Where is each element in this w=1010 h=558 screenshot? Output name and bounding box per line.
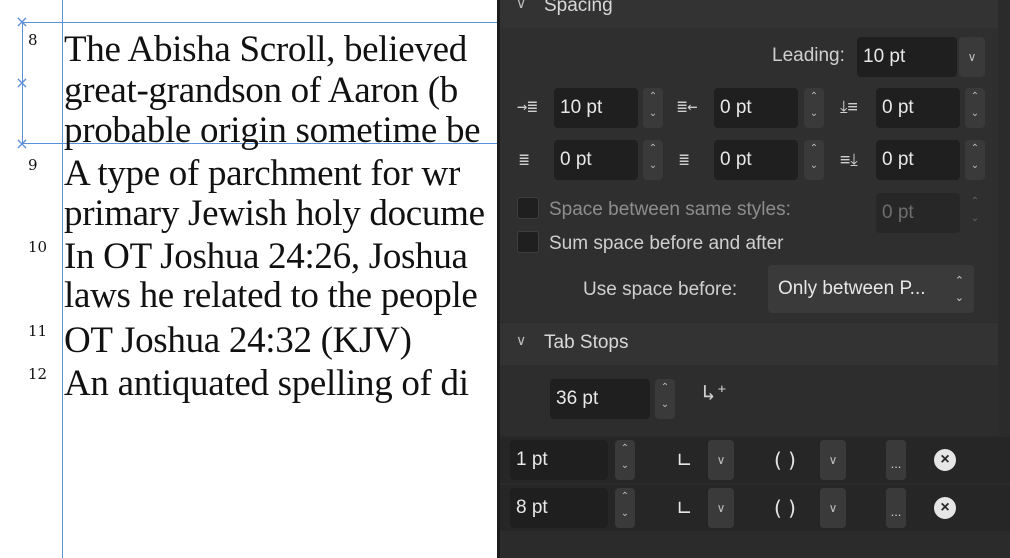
space-before-stepper[interactable]: ⌃ ⌄ xyxy=(965,88,985,128)
remove-tab-stop-icon[interactable]: × xyxy=(934,497,956,519)
last-line-indent-icon: ≣ xyxy=(679,150,690,170)
tab-stops-section-title: Tab Stops xyxy=(544,332,629,353)
same-styles-label: Space between same styles: xyxy=(549,199,791,220)
right-indent-stepper[interactable]: ⌃ ⌄ xyxy=(804,88,824,128)
default-tab-stepper[interactable]: ⌃ ⌄ xyxy=(655,379,675,419)
leading-label: Leading: xyxy=(772,45,845,66)
tab-stop-more-button[interactable]: ... xyxy=(886,440,906,480)
last-line-indent-input[interactable]: 0 pt xyxy=(714,140,798,180)
paragraph-panel: ∨ Spacing Leading: 10 pt ∨ →≣ 10 pt ⌃ ⌄ ≣… xyxy=(497,0,1010,558)
left-indent-stepper[interactable]: ⌃ ⌄ xyxy=(643,88,663,128)
selection-handle-middle[interactable]: × xyxy=(15,75,29,91)
tab-stop-more-button[interactable]: ... xyxy=(886,488,906,528)
same-styles-stepper[interactable]: ⌃ ⌄ xyxy=(965,193,985,233)
chevron-down-icon: ∨ xyxy=(516,0,527,12)
leading-dropdown-button[interactable]: ∨ xyxy=(959,37,985,77)
footnote-text-line: A type of parchment for wr xyxy=(64,153,460,194)
footnote-number: 11 xyxy=(28,322,48,340)
use-space-before-label: Use space before: xyxy=(583,279,738,300)
right-indent-icon: ≣← xyxy=(677,97,698,117)
tab-stop-position-stepper[interactable]: ⌃ ⌄ xyxy=(615,488,635,528)
tab-stops-section-header[interactable]: ∨ Tab Stops xyxy=(500,323,998,365)
tab-stop-row: 8 pt ⌃ ⌄ ∟ ∨ ( ) ∨ ... × xyxy=(500,485,1010,531)
footnote-text-line: The Abisha Scroll, believed xyxy=(64,29,467,70)
first-line-indent-input[interactable]: 0 pt xyxy=(554,140,638,180)
use-space-before-value: Only between P... xyxy=(778,278,926,299)
chevron-down-icon: ∨ xyxy=(516,333,527,349)
spacing-section-header[interactable]: ∨ Spacing xyxy=(500,0,998,28)
default-tab-input[interactable]: 36 pt xyxy=(550,379,650,419)
tab-align-dropdown-button[interactable]: ∨ xyxy=(708,488,734,528)
footnote-text-line: laws he related to the people xyxy=(64,275,478,316)
footnote-text-line: great-grandson of Aaron (b xyxy=(64,70,458,111)
tab-stop-position-input[interactable]: 8 pt xyxy=(510,488,608,528)
right-indent-input[interactable]: 0 pt xyxy=(714,88,798,128)
left-indent-input[interactable]: 10 pt xyxy=(554,88,638,128)
same-styles-checkbox[interactable] xyxy=(517,197,539,219)
last-line-indent-stepper[interactable]: ⌃ ⌄ xyxy=(804,140,824,180)
footnote-number: 12 xyxy=(28,365,48,383)
tab-align-left-icon: ∟ xyxy=(676,496,693,520)
footnote-text-line: primary Jewish holy docume xyxy=(64,193,485,234)
tab-leader-dropdown-button[interactable]: ∨ xyxy=(820,488,846,528)
tab-stop-row: 1 pt ⌃ ⌄ ∟ ∨ ( ) ∨ ... × xyxy=(500,437,1010,483)
same-styles-input[interactable]: 0 pt xyxy=(876,193,960,233)
space-after-icon: ≡⤓ xyxy=(840,150,858,170)
tab-leader-value: ( ) xyxy=(774,496,796,520)
sum-space-label: Sum space before and after xyxy=(549,233,784,254)
document-canvas[interactable]: × × × 8 The Abisha Scroll, believed grea… xyxy=(0,0,500,558)
footnote-text-line: OT Joshua 24:32 (KJV) xyxy=(64,320,412,361)
selection-handle-top[interactable]: × xyxy=(15,14,29,30)
spacing-section-title: Spacing xyxy=(544,0,613,16)
tab-stop-position-input[interactable]: 1 pt xyxy=(510,440,608,480)
text-frame-left-guide xyxy=(62,0,63,558)
selection-handle-bottom[interactable]: × xyxy=(15,136,29,152)
tab-leader-dropdown-button[interactable]: ∨ xyxy=(820,440,846,480)
add-tab-stop-icon[interactable]: ↳⁺ xyxy=(702,383,729,405)
footnote-number: 8 xyxy=(28,31,38,49)
tab-align-dropdown-button[interactable]: ∨ xyxy=(708,440,734,480)
sum-space-checkbox[interactable] xyxy=(517,231,539,253)
space-after-stepper[interactable]: ⌃ ⌄ xyxy=(965,140,985,180)
footnote-number: 10 xyxy=(28,238,48,256)
space-before-icon: ⤓≡ xyxy=(840,97,858,117)
space-before-input[interactable]: 0 pt xyxy=(876,88,960,128)
footnote-number: 9 xyxy=(28,156,38,174)
footnote-text-line: An antiquated spelling of di xyxy=(64,363,469,404)
left-indent-icon: →≣ xyxy=(517,97,538,117)
leading-input[interactable]: 10 pt xyxy=(857,37,957,77)
first-line-indent-stepper[interactable]: ⌃ ⌄ xyxy=(643,140,663,180)
tab-align-left-icon: ∟ xyxy=(676,448,693,472)
footnote-text-line: probable origin sometime be xyxy=(64,110,481,151)
footnote-text-line: In OT Joshua 24:26, Joshua xyxy=(64,236,468,277)
remove-tab-stop-icon[interactable]: × xyxy=(934,449,956,471)
space-after-input[interactable]: 0 pt xyxy=(876,140,960,180)
tab-stop-position-stepper[interactable]: ⌃ ⌄ xyxy=(615,440,635,480)
use-space-before-select[interactable]: Only between P... ⌃ ⌄ xyxy=(768,265,974,313)
selection-frame-top xyxy=(22,22,500,23)
first-line-indent-icon: ≣ xyxy=(519,150,530,170)
tab-leader-value: ( ) xyxy=(774,448,796,472)
updown-chevron-icon: ⌃ ⌄ xyxy=(954,274,964,304)
